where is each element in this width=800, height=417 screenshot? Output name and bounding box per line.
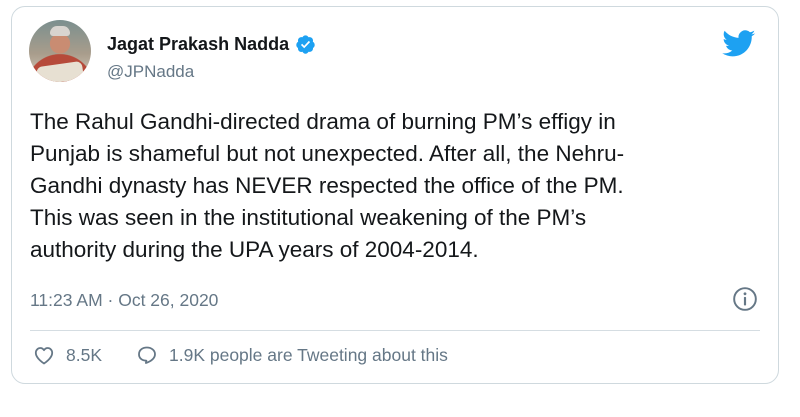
author-name[interactable]: Jagat Prakash Nadda xyxy=(107,34,289,55)
heart-icon xyxy=(34,347,54,365)
discussion-link[interactable]: 1.9K people are Tweeting about this xyxy=(135,343,448,367)
info-icon[interactable] xyxy=(732,286,758,312)
tweet-date[interactable]: Oct 26, 2020 xyxy=(118,290,218,311)
divider xyxy=(30,330,760,331)
avatar[interactable] xyxy=(29,20,91,82)
author-name-row[interactable]: Jagat Prakash Nadda xyxy=(107,34,316,55)
tweet-time[interactable]: 11:23 AM xyxy=(30,290,103,311)
twitter-bird-icon[interactable] xyxy=(722,30,756,58)
discussion-text: 1.9K people are Tweeting about this xyxy=(169,344,448,365)
speech-bubble-icon xyxy=(138,346,156,364)
tweet-card[interactable]: Jagat Prakash Nadda @JPNadda The Rahul G… xyxy=(11,6,779,384)
author-handle[interactable]: @JPNadda xyxy=(107,62,194,82)
avatar-scarf xyxy=(35,60,85,82)
tweet-timestamp[interactable]: 11:23 AM · Oct 26, 2020 xyxy=(30,290,218,311)
like-count: 8.5K xyxy=(66,344,102,365)
like-button[interactable]: 8.5K xyxy=(32,343,102,367)
tweet-text: The Rahul Gandhi-directed drama of burni… xyxy=(30,109,625,262)
meta-separator: · xyxy=(102,290,119,310)
verified-badge-icon xyxy=(296,35,315,54)
tweet-actions: 8.5K 1.9K people are Tweeting about this xyxy=(32,343,481,367)
avatar-hair xyxy=(50,26,70,36)
